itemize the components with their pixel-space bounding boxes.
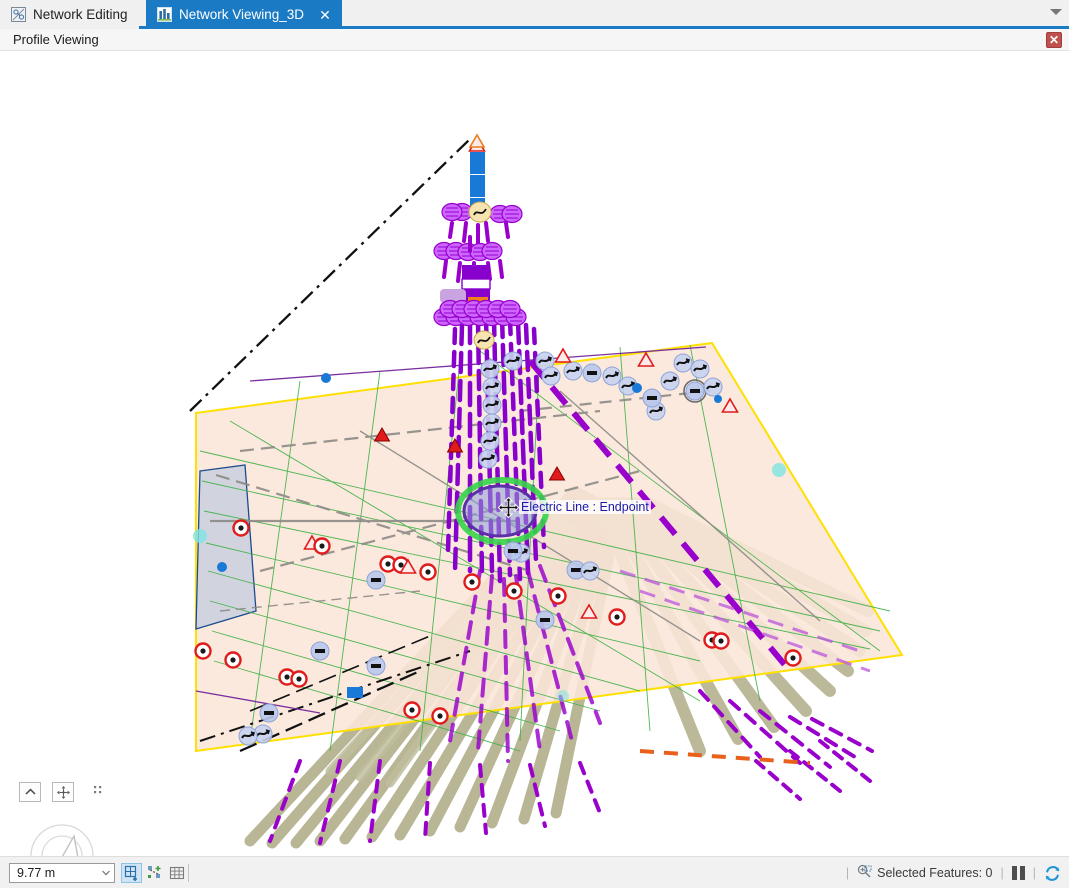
status-bar: 9.77 m | Selected Features: 0 | | — [0, 856, 1069, 888]
scene-3d-viewport[interactable]: Electric Line : Endpoint — [0, 51, 1069, 856]
panel-header: Profile Viewing ✕ — [0, 29, 1069, 51]
tab-strip: Network Editing Network Viewing_3D ✕ — [0, 0, 1069, 29]
divider: | — [1032, 866, 1036, 880]
tab-network-viewing-3d[interactable]: Network Viewing_3D ✕ — [146, 0, 342, 29]
chevron-down-icon[interactable] — [98, 864, 114, 882]
drag-handle-icon[interactable] — [92, 784, 104, 796]
close-icon[interactable]: ✕ — [1046, 32, 1062, 48]
network-editing-icon — [11, 7, 26, 22]
page-title: Profile Viewing — [13, 32, 99, 47]
coil-row-3 — [433, 299, 527, 327]
selected-features-label: Selected Features: 0 — [877, 866, 993, 880]
divider: | — [845, 866, 850, 880]
divider: | — [1000, 866, 1004, 880]
chevron-down-icon[interactable] — [1050, 9, 1062, 15]
tab-label: Network Viewing_3D — [179, 7, 305, 22]
collapse-navigator-button[interactable] — [19, 782, 41, 802]
navigator-compass[interactable] — [22, 814, 102, 856]
status-right-group: | Selected Features: 0 | | — [846, 857, 1061, 889]
application-window: Network Editing Network Viewing_3D ✕ Pro… — [0, 0, 1069, 888]
tab-network-editing[interactable]: Network Editing — [0, 0, 139, 29]
pause-drawing-button[interactable] — [1011, 866, 1025, 880]
toggle-grid-snap-button[interactable] — [121, 863, 142, 883]
toggle-vertex-snap-button[interactable] — [144, 863, 165, 883]
orange-dashed-line — [639, 749, 811, 765]
coil-row-1 — [441, 201, 523, 224]
tab-label: Network Editing — [33, 7, 128, 22]
divider — [188, 864, 189, 882]
scale-value: 9.77 m — [17, 866, 56, 880]
close-icon[interactable]: ✕ — [319, 8, 331, 22]
pole-stack — [433, 133, 527, 350]
toggle-grid-button[interactable] — [166, 863, 187, 883]
refresh-button[interactable] — [1044, 865, 1061, 882]
move-4way-cursor — [498, 497, 519, 518]
scene-3d-canvas — [189, 133, 904, 849]
selected-features-status[interactable]: Selected Features: 0 — [857, 864, 993, 882]
pan-tool-button[interactable] — [52, 782, 74, 802]
scale-input[interactable]: 9.77 m — [9, 863, 115, 883]
select-features-icon — [857, 864, 872, 882]
blue-parcel — [195, 464, 257, 630]
chart-3d-icon — [157, 7, 172, 22]
